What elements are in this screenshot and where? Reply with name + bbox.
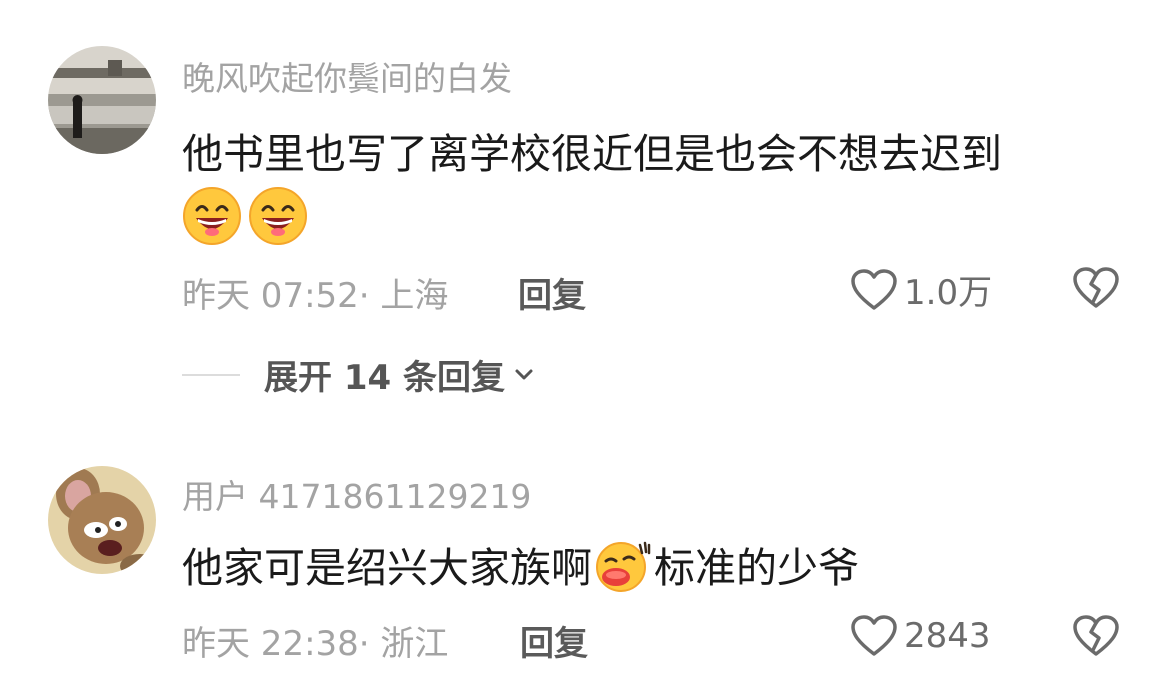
grinning-face-emoji — [182, 186, 242, 250]
heart-icon — [851, 615, 897, 656]
like-count: 2843 — [904, 616, 991, 656]
comment-text-part: 标准的少爷 — [654, 544, 859, 592]
reply-button[interactable]: 回复 — [520, 616, 588, 665]
grinning-face-emoji — [248, 186, 308, 250]
dislike-button[interactable] — [1072, 266, 1120, 314]
chevron-down-icon — [515, 369, 533, 379]
comment-item: 晚风吹起你鬓间的白发 他书里也写了离学校很近但是也会不想去迟到 昨天 07:52… — [0, 0, 1169, 440]
divider — [182, 373, 240, 376]
comment-text-part: 他家可是绍兴大家族啊 — [182, 544, 592, 592]
comment-item: 用户 4171861129219 他家可是绍兴大家族啊 标准的少爷 昨天 22:… — [0, 440, 1169, 686]
expand-replies-button[interactable]: 展开 14 条回复 — [182, 350, 535, 399]
comment-text: 他家可是绍兴大家族啊 标准的少爷 — [182, 534, 859, 603]
avatar[interactable] — [48, 46, 156, 154]
like-button[interactable]: 2843 — [850, 614, 991, 658]
comment-meta: 昨天 07:52· 上海 — [182, 276, 449, 316]
broken-heart-icon — [1073, 615, 1119, 656]
username[interactable]: 晚风吹起你鬓间的白发 — [182, 52, 512, 100]
expand-replies-label: 展开 14 条回复 — [264, 358, 505, 398]
comment-meta: 昨天 22:38· 浙江 — [182, 624, 449, 664]
username[interactable]: 用户 4171861129219 — [182, 470, 531, 518]
smug-face-emoji — [594, 539, 652, 603]
avatar[interactable] — [48, 466, 156, 574]
broken-heart-icon — [1073, 267, 1119, 308]
dislike-button[interactable] — [1072, 614, 1120, 662]
like-button[interactable]: 1.0万 — [850, 265, 992, 314]
like-count: 1.0万 — [904, 273, 993, 313]
reply-button[interactable]: 回复 — [518, 268, 586, 317]
comment-emojis — [182, 186, 308, 250]
comment-text: 他书里也写了离学校很近但是也会不想去迟到 — [182, 130, 1002, 178]
heart-icon — [851, 268, 897, 310]
